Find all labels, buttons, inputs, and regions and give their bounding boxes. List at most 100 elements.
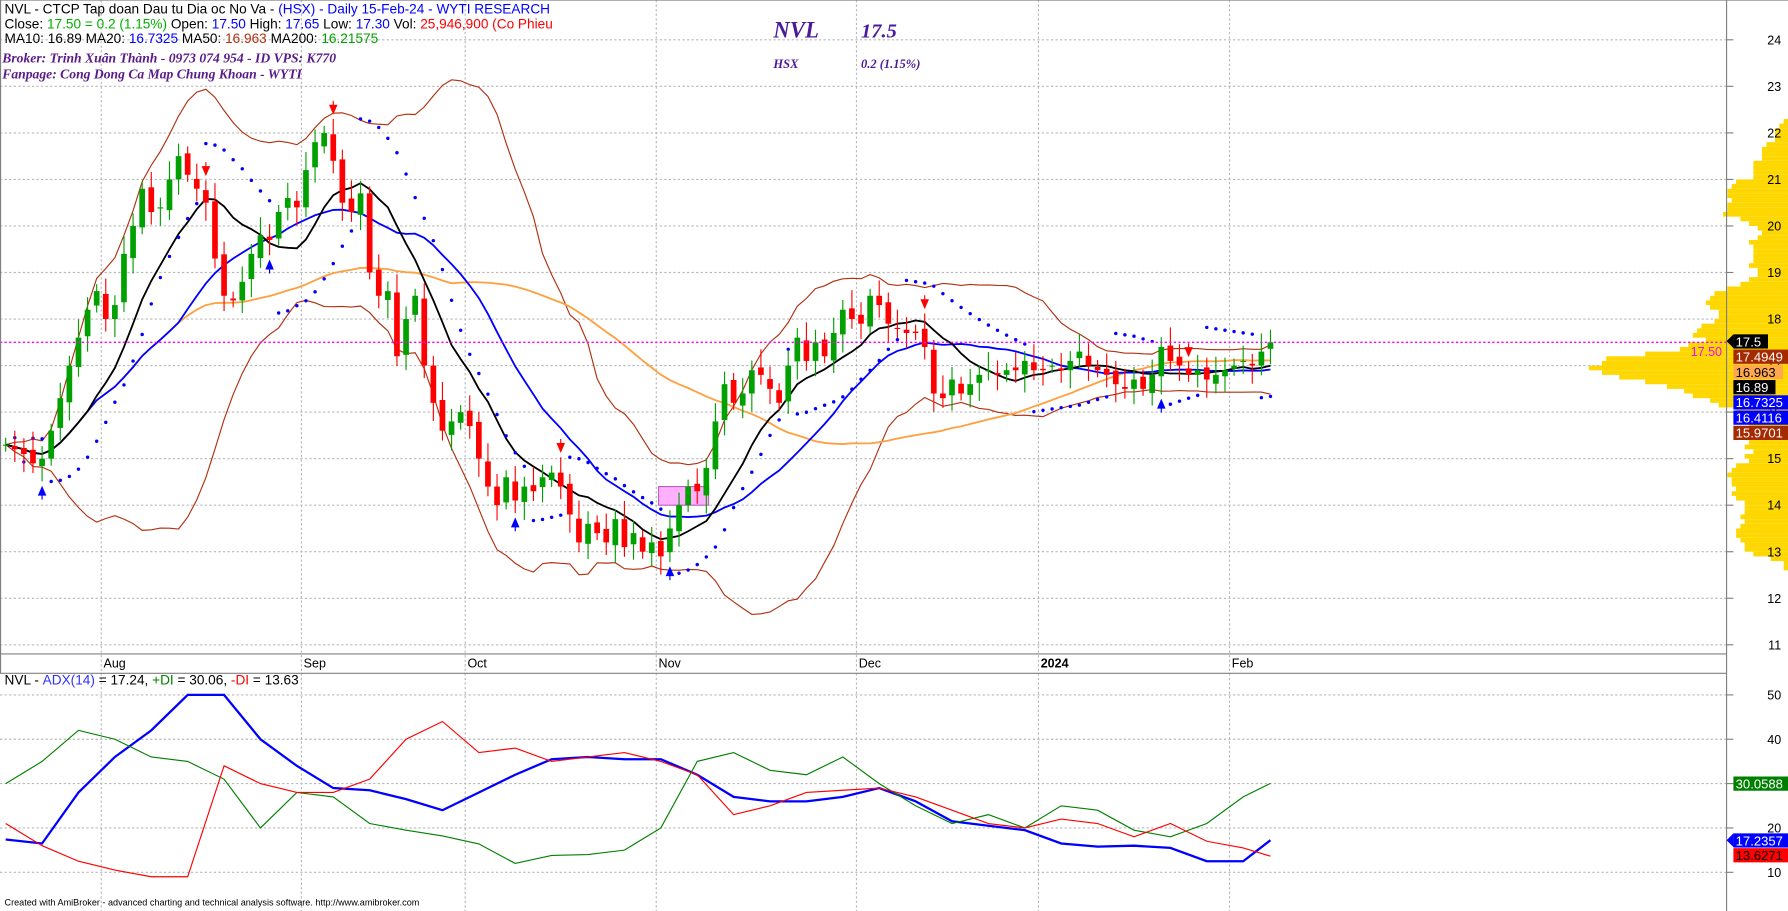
- candle-body: [876, 295, 883, 306]
- date-label: Nov: [659, 657, 682, 671]
- parabolic-sar-dot: [140, 332, 144, 337]
- candle-body: [403, 319, 409, 355]
- parabolic-sar-dot: [841, 395, 845, 399]
- volume-profile-bar: [1753, 160, 1788, 166]
- parabolic-sar-dot: [1141, 337, 1145, 341]
- parabolic-sar-dot: [804, 410, 809, 414]
- parabolic-sar-dot: [522, 464, 527, 469]
- candle: [794, 327, 801, 380]
- date-label: Dec: [859, 657, 881, 671]
- candle-body: [512, 481, 519, 501]
- volume-profile-bar: [1731, 477, 1788, 482]
- candle-body: [1122, 386, 1128, 389]
- candle: [1094, 359, 1101, 378]
- sell-arrow-icon: [201, 162, 211, 177]
- candle-body: [785, 365, 792, 402]
- parabolic-sar-dot: [1223, 328, 1227, 332]
- price-value-label: 17.4949: [1733, 350, 1788, 365]
- plus-di-line: [5, 729, 1271, 865]
- candle-body: [57, 398, 64, 428]
- volume-profile-bar: [1740, 537, 1788, 543]
- candle: [958, 376, 964, 401]
- parabolic-sar-dot: [513, 451, 517, 455]
- candle: [366, 186, 373, 280]
- adx-line: [5, 693, 1272, 863]
- candle: [130, 213, 136, 274]
- parabolic-sar-dot: [568, 455, 572, 459]
- parabolic-sar-dot: [1241, 331, 1245, 335]
- candle-body: [1085, 355, 1092, 366]
- parabolic-sar-dot: [549, 515, 554, 519]
- parabolic-sar-dot: [741, 486, 745, 491]
- candle: [385, 281, 391, 319]
- price-tick-label: 18: [1767, 313, 1781, 327]
- candle-body: [21, 447, 27, 454]
- price-tick-label: 15: [1767, 452, 1781, 466]
- parabolic-sar-dot: [94, 439, 99, 443]
- candle-body: [1021, 360, 1028, 375]
- bollinger-lower-band: [5, 299, 1271, 615]
- candle: [303, 151, 309, 218]
- candle-body: [657, 541, 664, 557]
- candle-body: [457, 412, 464, 423]
- candle-body: [976, 374, 983, 383]
- candle-body: [849, 308, 855, 320]
- parabolic-sar-dot: [267, 199, 272, 203]
- candle-body: [212, 201, 218, 259]
- candle: [403, 306, 409, 371]
- candle-body: [576, 518, 582, 543]
- price-panel[interactable]: 17.50: [0, 79, 1727, 615]
- candle: [248, 244, 255, 298]
- candle-body: [712, 421, 719, 470]
- candle: [885, 292, 892, 342]
- parabolic-sar-dot: [795, 412, 800, 416]
- parabolic-sar-dot: [913, 280, 918, 284]
- candle-body: [184, 153, 191, 175]
- volume-profile-bar: [1753, 253, 1788, 259]
- parabolic-sar-dot: [577, 457, 581, 461]
- label-text: 17.2357: [1736, 833, 1783, 848]
- parabolic-sar-dot: [640, 495, 645, 500]
- candle-body: [39, 458, 45, 467]
- candle: [758, 349, 764, 385]
- candle-body: [84, 309, 91, 337]
- ma20-line: [5, 208, 1271, 518]
- candle: [294, 191, 300, 226]
- candle: [612, 509, 619, 564]
- candle-body: [594, 522, 600, 534]
- candle-body: [1012, 367, 1019, 371]
- volume-profile-bar: [1736, 533, 1788, 538]
- candle-body: [685, 486, 691, 506]
- parabolic-sar-dot: [185, 216, 190, 221]
- candle-body: [585, 523, 591, 544]
- candle: [112, 295, 118, 338]
- candle-body: [767, 379, 773, 389]
- parabolic-sar-dot: [1032, 409, 1036, 414]
- candle: [603, 513, 610, 555]
- parabolic-sar-dot: [1004, 333, 1009, 337]
- price-value-label: 16.89: [1733, 380, 1776, 395]
- overlay-symbol: NVL: [772, 18, 818, 43]
- candle-body: [439, 400, 446, 431]
- adx-panel[interactable]: [5, 693, 1272, 878]
- parabolic-sar-dot: [113, 400, 117, 404]
- parabolic-sar-dot: [540, 517, 545, 522]
- candle: [439, 381, 446, 441]
- candle: [1158, 337, 1165, 395]
- candle-body: [348, 198, 355, 212]
- overlay-change: 0.2 (1.15%): [861, 57, 920, 71]
- parabolic-sar-dot: [367, 119, 372, 123]
- candle-body: [1076, 351, 1083, 359]
- volume-profile-bar: [1731, 481, 1788, 487]
- candle: [803, 322, 810, 371]
- parabolic-sar-dot: [631, 490, 636, 494]
- candle: [412, 288, 418, 322]
- chart-canvas[interactable]: 17.50 NVL - CTCP Tap doan Dau tu Dia oc …: [0, 0, 1788, 911]
- candle-body: [885, 302, 892, 324]
- parabolic-sar-dot: [859, 377, 863, 381]
- candle: [421, 283, 428, 379]
- candle-body: [230, 298, 237, 301]
- candle-body: [994, 373, 1001, 375]
- parabolic-sar-dot: [477, 371, 481, 376]
- candle: [394, 274, 400, 367]
